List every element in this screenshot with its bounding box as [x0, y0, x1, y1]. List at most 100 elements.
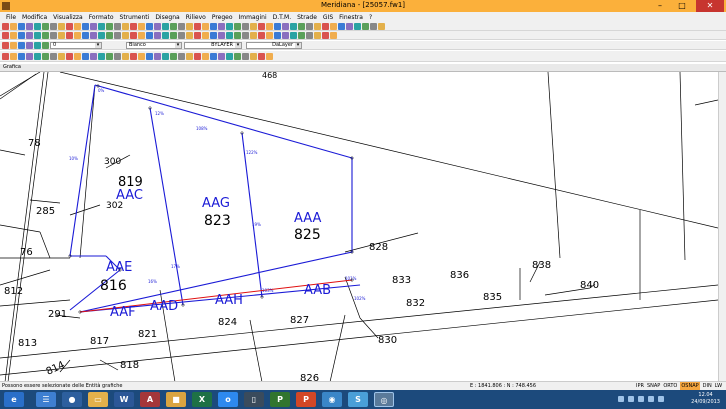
menu-immagini[interactable]: Immagini [239, 14, 267, 21]
toolbar-button-icon[interactable] [330, 23, 337, 30]
toolbar-button-icon[interactable] [26, 53, 33, 60]
mode-din[interactable]: DIN [703, 382, 712, 390]
toolbar-button-icon[interactable] [26, 23, 33, 30]
toolbar-button-icon[interactable] [202, 53, 209, 60]
toolbar-button-icon[interactable] [362, 23, 369, 30]
tray-icon[interactable] [618, 396, 624, 402]
toolbar-button-icon[interactable] [66, 53, 73, 60]
powerpoint-icon[interactable]: P [296, 392, 316, 407]
toolbar-button-icon[interactable] [266, 53, 273, 60]
toolbar-button-icon[interactable] [194, 53, 201, 60]
toolbar-button-icon[interactable] [162, 32, 169, 39]
layer-select[interactable]: 0 ▾ [50, 42, 102, 49]
folder-icon[interactable]: ▭ [88, 392, 108, 407]
toolbar-button-icon[interactable] [202, 23, 209, 30]
toolbar-button-icon[interactable] [18, 42, 25, 49]
menu-visualizza[interactable]: Visualizza [53, 14, 83, 21]
toolbar-button-icon[interactable] [114, 53, 121, 60]
toolbar-button-icon[interactable] [210, 23, 217, 30]
toolbar-button-icon[interactable] [106, 53, 113, 60]
toolbar-button-icon[interactable] [34, 23, 41, 30]
tray-icon[interactable] [658, 396, 664, 402]
toolbar-button-icon[interactable] [26, 32, 33, 39]
menu-strumenti[interactable]: Strumenti [120, 14, 150, 21]
toolbar-button-icon[interactable] [34, 32, 41, 39]
toolbar-button-icon[interactable] [234, 53, 241, 60]
menu-dtm[interactable]: D.T.M. [273, 14, 291, 21]
clock[interactable]: 12.04 24/09/2013 [691, 392, 720, 406]
toolbar-button-icon[interactable] [290, 32, 297, 39]
mode-osnap[interactable]: OSNAP [680, 382, 700, 390]
toolbar-button-icon[interactable] [330, 32, 337, 39]
toolbar-button-icon[interactable] [338, 23, 345, 30]
toolbar-button-icon[interactable] [194, 32, 201, 39]
toolbar-button-icon[interactable] [138, 23, 145, 30]
toolbar-button-icon[interactable] [242, 53, 249, 60]
toolbar-button-icon[interactable] [10, 23, 17, 30]
toolbar-button-icon[interactable] [2, 53, 9, 60]
lineweight-select[interactable]: DaLayer ▾ [246, 42, 302, 49]
toolbar-button-icon[interactable] [98, 53, 105, 60]
toolbar-button-icon[interactable] [42, 23, 49, 30]
toolbar-button-icon[interactable] [42, 53, 49, 60]
menu-rilievo[interactable]: Rilievo [186, 14, 206, 21]
toolbar-button-icon[interactable] [122, 23, 129, 30]
toolbar-button-icon[interactable] [322, 32, 329, 39]
toolbar-button-icon[interactable] [258, 32, 265, 39]
toolbar-button-icon[interactable] [130, 53, 137, 60]
tray-icon[interactable] [628, 396, 634, 402]
toolbar-button-icon[interactable] [58, 23, 65, 30]
toolbar-button-icon[interactable] [266, 23, 273, 30]
mode-snap[interactable]: SNAP [647, 382, 660, 390]
toolbar-button-icon[interactable] [130, 32, 137, 39]
toolbar-button-icon[interactable] [250, 32, 257, 39]
toolbar-button-icon[interactable] [258, 53, 265, 60]
color-select[interactable]: Bianco ▾ [126, 42, 182, 49]
toolbar-button-icon[interactable] [2, 32, 9, 39]
access-icon[interactable]: A [140, 392, 160, 407]
toolbar-button-icon[interactable] [50, 53, 57, 60]
menu-formato[interactable]: Formato [89, 14, 114, 21]
toolbar-button-icon[interactable] [314, 23, 321, 30]
toolbar-button-icon[interactable] [354, 23, 361, 30]
toolbar-button-icon[interactable] [146, 23, 153, 30]
toolbar-button-icon[interactable] [66, 23, 73, 30]
toolbar-button-icon[interactable] [306, 23, 313, 30]
toolbar-button-icon[interactable] [226, 32, 233, 39]
toolbar-button-icon[interactable] [74, 32, 81, 39]
toolbar-button-icon[interactable] [146, 53, 153, 60]
toolbar-button-icon[interactable] [90, 53, 97, 60]
toolbar-button-icon[interactable] [194, 23, 201, 30]
mode-ipr[interactable]: IPR [636, 382, 644, 390]
menu-gis[interactable]: GIS [323, 14, 333, 21]
toolbar-button-icon[interactable] [66, 32, 73, 39]
toolbar-button-icon[interactable] [58, 32, 65, 39]
tray-icon[interactable] [638, 396, 644, 402]
toolbar-button-icon[interactable] [274, 23, 281, 30]
toolbar-button-icon[interactable] [170, 32, 177, 39]
panel-label[interactable]: Grafica [3, 64, 21, 70]
linetype-select[interactable]: BYLAYER ▾ [184, 42, 242, 49]
word-icon[interactable]: W [114, 392, 134, 407]
toolbar-button-icon[interactable] [186, 53, 193, 60]
drawing-canvas[interactable]: 819 823 825 816 828 833 836 838 840 832 … [0, 72, 718, 381]
menu-pregeo[interactable]: Pregeo [212, 14, 233, 21]
toolbar-button-icon[interactable] [2, 42, 9, 49]
toolbar-button-icon[interactable] [106, 32, 113, 39]
toolbar-button-icon[interactable] [242, 32, 249, 39]
toolbar-button-icon[interactable] [154, 32, 161, 39]
toolbar-button-icon[interactable] [234, 23, 241, 30]
toolbar-button-icon[interactable] [18, 23, 25, 30]
toolbar-button-icon[interactable] [130, 23, 137, 30]
toolbar-button-icon[interactable] [322, 23, 329, 30]
toolbar-button-icon[interactable] [346, 23, 353, 30]
toolbar-button-icon[interactable] [186, 32, 193, 39]
toolbar-button-icon[interactable] [242, 23, 249, 30]
toolbar-button-icon[interactable] [290, 23, 297, 30]
toolbar-button-icon[interactable] [74, 53, 81, 60]
toolbar-button-icon[interactable] [154, 53, 161, 60]
toolbar-button-icon[interactable] [178, 23, 185, 30]
cad-drawing[interactable]: 819 823 825 816 828 833 836 838 840 832 … [0, 72, 718, 381]
close-button[interactable]: ✕ [696, 0, 724, 12]
toolbar-button-icon[interactable] [218, 53, 225, 60]
